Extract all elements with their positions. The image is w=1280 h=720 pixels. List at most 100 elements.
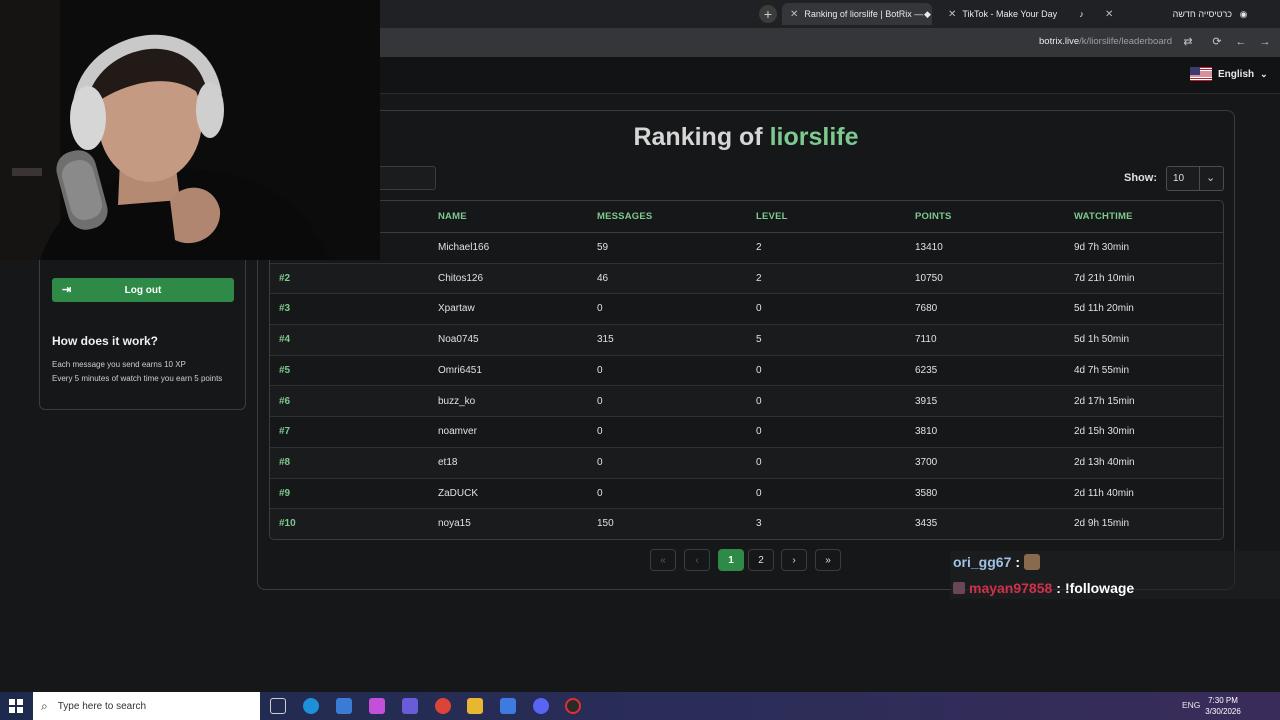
level-cell: 0 [756, 487, 762, 499]
channel-name: liorslife [769, 123, 859, 151]
messages-cell: 59 [597, 242, 609, 253]
column-header-name[interactable]: NAME [438, 211, 467, 222]
chat-message: mayan97858 : !followage [953, 580, 1134, 596]
watchtime-cell: 2d 17h 15min [1074, 395, 1135, 407]
name-cell: buzz_ko [438, 395, 476, 407]
tab-tiktok[interactable]: ✕ TikTok - Make Your Day ♪ [940, 3, 1095, 25]
chrome-icon: ◉ [1239, 8, 1248, 19]
page-title: Ranking of liorslife [633, 123, 859, 151]
webcam-overlay [0, 0, 380, 260]
new-tab-button[interactable]: + [759, 5, 777, 23]
rank-cell: #10 [279, 518, 296, 530]
tab-label: Ranking of liorslife | BotRix — C [804, 9, 924, 19]
url-text[interactable]: botrix.live/k/liorslife/leaderboard [1039, 36, 1172, 47]
level-cell: 5 [756, 334, 762, 346]
task-view-icon[interactable] [270, 698, 286, 714]
leaderboard-table: NAME MESSAGES LEVEL POINTS WATCHTIME Mic… [269, 200, 1224, 540]
chrome-icon[interactable] [435, 698, 451, 714]
us-flag-icon [1190, 67, 1212, 81]
close-icon[interactable]: ✕ [790, 9, 798, 20]
close-icon[interactable]: ✕ [1105, 9, 1113, 20]
name-cell: noya15 [438, 518, 471, 530]
next-page-button[interactable]: › [781, 549, 807, 571]
rank-cell: #3 [279, 303, 291, 315]
copilot-icon[interactable] [369, 698, 385, 714]
language-selector[interactable]: English ⌄ [1190, 67, 1268, 81]
watchtime-cell: 2d 15h 30min [1074, 426, 1135, 438]
taskbar-search[interactable]: ⌕ Type here to search [33, 692, 260, 720]
reload-icon[interactable]: ⟳ [1210, 35, 1224, 49]
ranking-card: Ranking of liorslife Show: 10 ⌄ NAME MES… [257, 110, 1235, 590]
logout-icon: ⇥ [62, 284, 72, 296]
clock[interactable]: 7:30 PM 3/30/2026 [1200, 695, 1246, 717]
close-icon[interactable]: ✕ [948, 9, 956, 20]
table-row: #5 Omri6451 0 0 6235 4d 7h 55min [270, 356, 1223, 387]
language-indicator[interactable]: ENG [1182, 700, 1200, 710]
store-icon[interactable] [336, 698, 352, 714]
table-row: #6 buzz_ko 0 0 3915 2d 17h 15min [270, 386, 1223, 418]
rank-cell: #9 [279, 487, 291, 499]
last-page-button[interactable]: » [815, 549, 841, 571]
points-cell: 6235 [915, 364, 938, 376]
prev-page-button[interactable]: ‹ [684, 549, 710, 571]
page-size-select[interactable]: 10 ⌄ [1166, 166, 1224, 191]
logout-button[interactable]: ⇥ Log out [52, 278, 234, 302]
file-explorer-icon[interactable] [467, 698, 483, 714]
name-cell: Xpartaw [438, 303, 475, 315]
show-label: Show: [1124, 172, 1157, 184]
discord-icon[interactable] [533, 698, 549, 714]
points-cell: 7680 [915, 303, 938, 315]
table-row: #3 Xpartaw 0 0 7680 5d 11h 20min [270, 294, 1223, 326]
page-1-button[interactable]: 1 [718, 549, 744, 571]
first-page-button[interactable]: « [650, 549, 676, 571]
rank-cell: #6 [279, 395, 291, 407]
tiktok-icon: ♪ [1079, 9, 1084, 19]
watchtime-cell: 9d 7h 30min [1074, 242, 1130, 253]
edge-icon[interactable] [303, 698, 319, 714]
messages-cell: 46 [597, 272, 609, 284]
points-cell: 3915 [915, 395, 938, 407]
page-2-button[interactable]: 2 [748, 549, 774, 571]
rank-cell: #4 [279, 334, 291, 346]
column-header-level[interactable]: LEVEL [756, 211, 788, 222]
sidebar-card: ⇥ Log out How does it work? Each message… [39, 240, 246, 410]
tab-botrix-icon[interactable]: ◆ [916, 3, 934, 25]
messages-cell: 0 [597, 456, 603, 468]
level-cell: 0 [756, 303, 762, 315]
chat-username: ori_gg67 [953, 554, 1012, 570]
translate-icon[interactable]: ⇄ [1181, 35, 1195, 49]
tab-new[interactable]: ✕ כרטיסייה חדשה ◉ [1097, 3, 1257, 25]
table-row: #2 Chitos126 46 2 10750 7d 21h 10min [270, 263, 1223, 295]
column-header-points[interactable]: POINTS [915, 211, 952, 222]
search-icon: ⌕ [41, 698, 48, 713]
webcam-image [0, 0, 380, 260]
windows-start-icon[interactable] [9, 699, 23, 713]
messages-cell: 0 [597, 426, 603, 438]
table-row: #10 noya15 150 3 3435 2d 9h 15min [270, 509, 1223, 539]
chevron-down-icon: ⌄ [1260, 68, 1268, 79]
name-cell: Chitos126 [438, 272, 484, 284]
level-cell: 0 [756, 395, 762, 407]
messages-cell: 0 [597, 395, 603, 407]
forward-icon[interactable]: → [1258, 35, 1272, 49]
level-cell: 0 [756, 364, 762, 376]
watchtime-cell: 5d 1h 50min [1074, 334, 1130, 346]
rank-cell: #7 [279, 426, 291, 438]
watchtime-cell: 2d 13h 40min [1074, 456, 1135, 468]
back-icon[interactable]: ← [1234, 35, 1248, 49]
office-icon[interactable] [402, 698, 418, 714]
points-cell: 10750 [915, 272, 943, 284]
chat-username: mayan97858 [969, 580, 1053, 596]
level-cell: 0 [756, 426, 762, 438]
points-cell: 3580 [915, 487, 938, 499]
table-row: #8 et18 0 0 3700 2d 13h 40min [270, 447, 1223, 479]
table-header: NAME MESSAGES LEVEL POINTS WATCHTIME [270, 201, 1223, 233]
app-icon[interactable] [500, 698, 516, 714]
points-cell: 13410 [915, 242, 943, 253]
tab-label: כרטיסייה חדשה [1172, 9, 1232, 19]
obs-icon[interactable] [565, 698, 581, 714]
watchtime-cell: 2d 9h 15min [1074, 518, 1130, 530]
tab-ranking[interactable]: ✕ Ranking of liorslife | BotRix — C [782, 3, 932, 25]
column-header-messages[interactable]: MESSAGES [597, 211, 652, 222]
column-header-watchtime[interactable]: WATCHTIME [1074, 211, 1133, 222]
